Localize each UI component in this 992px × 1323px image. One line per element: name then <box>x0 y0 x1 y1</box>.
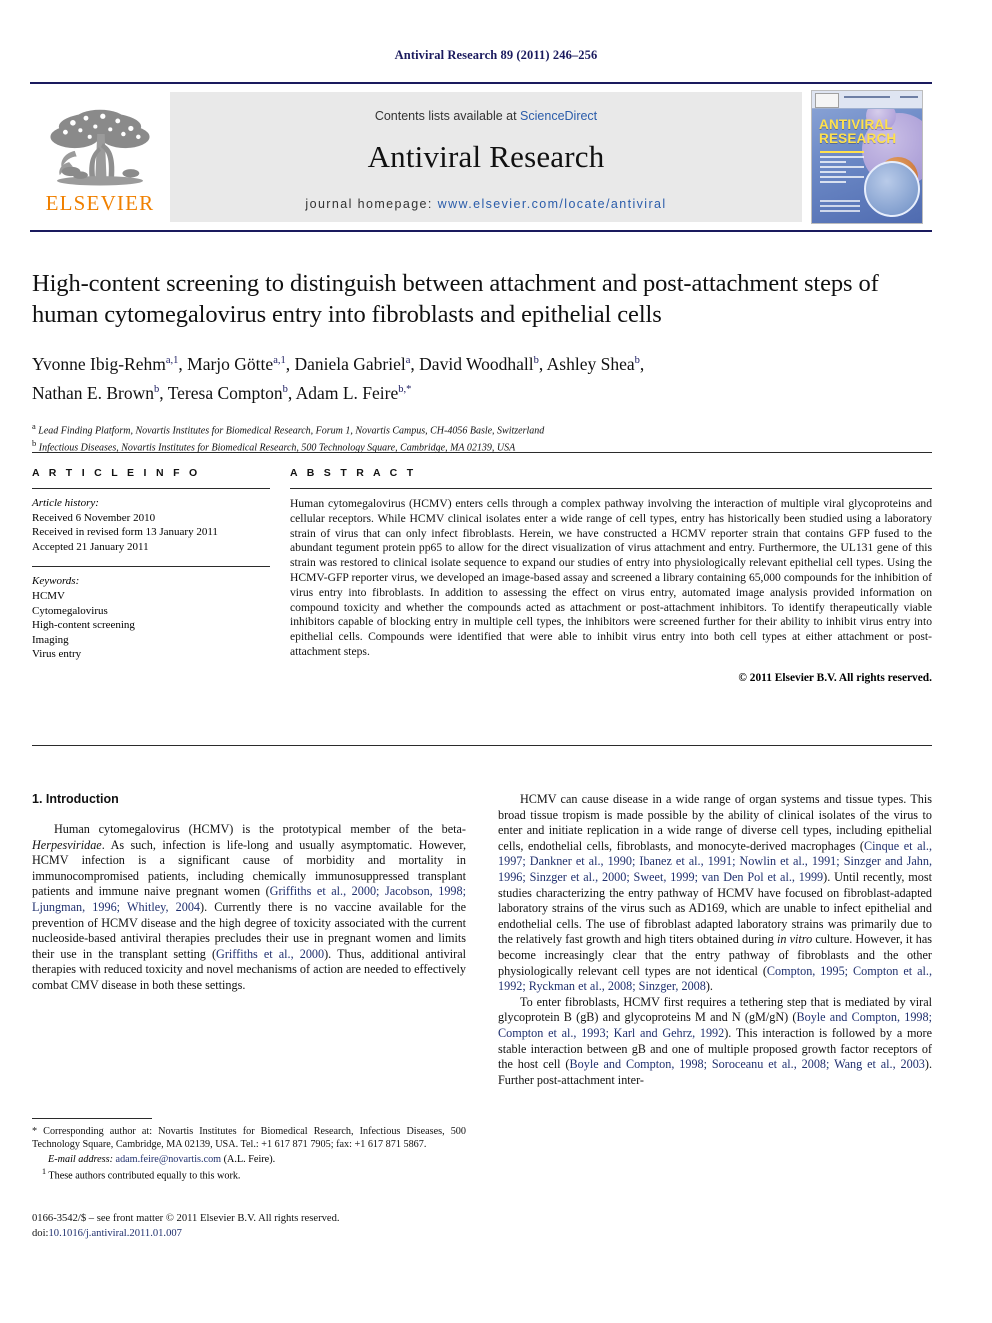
footnote-corresponding-author: * Corresponding author at: Novartis Inst… <box>32 1126 466 1151</box>
article-history-label: Article history: <box>32 497 99 509</box>
elsevier-wordmark: ELSEVIER <box>45 191 155 215</box>
article-info-heading: A R T I C L E I N F O <box>32 467 201 479</box>
abstract-text: Human cytomegalovirus (HCMV) enters cell… <box>290 497 932 658</box>
paper-page: Antiviral Research 89 (2011) 246–256 ELS… <box>0 0 992 1323</box>
cover-journal-name: ANTIVIRAL RESEARCH <box>819 117 897 146</box>
imprint-line: 0166-3542/$ – see front matter © 2011 El… <box>32 1213 340 1224</box>
keyword: Cytomegalovirus <box>32 604 108 617</box>
citation-link[interactable]: Boyle and Compton, 1998; Soroceanu et al… <box>570 1057 925 1071</box>
elsevier-logo: ELSEVIER <box>30 84 170 230</box>
article-info-column: A R T I C L E I N F O Article history: R… <box>32 467 290 684</box>
abstract-column: A B S T R A C T Human cytomegalovirus (H… <box>290 467 932 684</box>
keyword: Virus entry <box>32 648 82 661</box>
author: Daniela Gabriela <box>294 353 411 374</box>
intro-paragraph-left: Human cytomegalovirus (HCMV) is the prot… <box>32 822 467 992</box>
cover-cell-inset <box>864 161 920 217</box>
keyword: HCMV <box>32 589 66 602</box>
author-list: Yvonne Ibig-Rehma,1, Marjo Göttea,1, Dan… <box>32 353 645 403</box>
abstract-copyright: © 2011 Elsevier B.V. All rights reserved… <box>738 671 932 684</box>
history-item: Received in revised form 13 January 2011 <box>32 526 218 539</box>
body-column-left: 1. Introduction Human cytomegalovirus (H… <box>32 792 466 1088</box>
footnote-email: E-mail address: adam.feire@novartis.com … <box>32 1154 466 1165</box>
journal-masthead: ELSEVIER Contents lists available at Sci… <box>30 82 932 232</box>
author: Teresa Comptonb <box>167 382 288 403</box>
homepage-url[interactable]: www.elsevier.com/locate/antiviral <box>438 197 667 211</box>
contents-prefix: Contents lists available at <box>374 109 521 123</box>
footnotes: * Corresponding author at: Novartis Inst… <box>32 1118 466 1181</box>
intro-paragraph-right-2: To enter fibroblasts, HCMV first require… <box>498 994 932 1087</box>
body-column-right: HCMV can cause disease in a wide range o… <box>498 792 932 1088</box>
running-head: Antiviral Research 89 (2011) 246–256 <box>394 48 598 62</box>
keywords-label: Keywords: <box>32 575 80 588</box>
masthead-center: Contents lists available at ScienceDirec… <box>170 92 802 222</box>
journal-title: Antiviral Research <box>367 139 605 174</box>
email-label: E-mail address: <box>48 1153 113 1165</box>
footnote-divider <box>32 1118 152 1119</box>
author: Marjo Göttea,1 <box>187 353 286 374</box>
page-title: High-content screening to distinguish be… <box>32 270 879 328</box>
history-item: Received 6 November 2010 <box>32 511 156 524</box>
history-item: Accepted 21 January 2011 <box>32 540 149 553</box>
author: Nathan E. Brownb <box>32 382 160 403</box>
cover-footer-lines <box>820 200 860 215</box>
keyword: High-content screening <box>32 619 135 632</box>
article-history: Article history: Received 6 November 201… <box>32 489 270 554</box>
homepage-label: journal homepage: <box>305 197 438 211</box>
band-bottom-divider <box>32 745 932 746</box>
affiliation: a Lead Finding Platform, Novartis Instit… <box>32 420 545 436</box>
author: Yvonne Ibig-Rehma,1 <box>32 353 179 374</box>
info-abstract-band: A R T I C L E I N F O Article history: R… <box>32 452 932 684</box>
sciencedirect-link[interactable]: ScienceDirect <box>520 109 597 123</box>
section-heading-introduction: 1. Introduction <box>32 792 119 806</box>
doi-line: doi:10.1016/j.antiviral.2011.01.007 <box>32 1227 492 1242</box>
abstract-heading: A B S T R A C T <box>290 467 417 479</box>
keywords-group: Keywords: HCMV Cytomegalovirus High-cont… <box>32 567 270 662</box>
body-columns: 1. Introduction Human cytomegalovirus (H… <box>32 792 932 1088</box>
journal-cover-image: ANTIVIRAL RESEARCH <box>811 90 923 224</box>
title-block: High-content screening to distinguish be… <box>32 268 932 455</box>
author: David Woodhallb <box>419 353 539 374</box>
doi-link[interactable]: 10.1016/j.antiviral.2011.01.007 <box>48 1228 182 1239</box>
author: Ashley Sheab <box>546 353 640 374</box>
cover-date-text <box>900 96 918 98</box>
journal-cover: ANTIVIRAL RESEARCH <box>802 84 932 230</box>
contents-line: Contents lists available at ScienceDirec… <box>375 109 597 123</box>
footnote-marker: 1 <box>42 1166 46 1176</box>
email-suffix: (A.L. Feire). <box>223 1153 276 1165</box>
citation-link[interactable]: Griffiths et al., 2000 <box>216 947 324 961</box>
email-link[interactable]: adam.feire@novartis.com <box>116 1154 222 1165</box>
intro-paragraph-right-1: HCMV can cause disease in a wide range o… <box>498 792 933 994</box>
elsevier-tree-icon <box>50 109 150 186</box>
imprint: 0166-3542/$ – see front matter © 2011 El… <box>32 1212 492 1241</box>
affiliation-list: a Lead Finding Platform, Novartis Instit… <box>32 420 932 456</box>
cover-subtitle-lines <box>820 151 864 186</box>
doi-label: doi: <box>32 1227 49 1239</box>
author: Adam L. Feireb,* <box>295 382 412 403</box>
journal-homepage: journal homepage: www.elsevier.com/locat… <box>305 197 666 211</box>
cover-header-text <box>844 96 890 98</box>
keyword: Imaging <box>32 633 69 646</box>
cover-elsevier-mark <box>815 93 839 108</box>
footnote-equal-contribution: 1 These authors contributed equally to t… <box>42 1166 241 1182</box>
